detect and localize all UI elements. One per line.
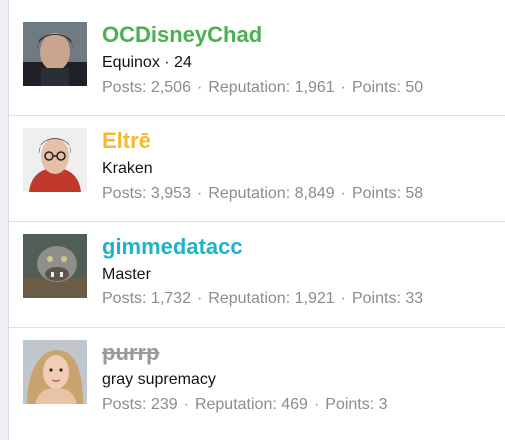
- member-name[interactable]: Eltrē: [102, 128, 151, 154]
- points-value: 33: [405, 290, 424, 307]
- member-stats: Posts: 239 · Reputation: 469 · Points: 3: [102, 395, 388, 415]
- stat-separator: ·: [196, 185, 203, 202]
- posts-value: 1,732: [150, 290, 191, 307]
- member-stats: Posts: 1,732 · Reputation: 1,921 · Points: 3…: [102, 289, 423, 309]
- member-stats: Posts: 3,953 · Reputation: 8,849 · Points: 5…: [102, 184, 423, 204]
- member-row: OCDisneyChad Equinox · 24 Posts: 2,506 · R…: [9, 0, 505, 115]
- member-row: gimmedatacc Master Posts: 1,732 · Reputati…: [9, 222, 505, 327]
- reputation-label: Reputation:: [208, 290, 291, 307]
- posts-label: Posts:: [102, 185, 147, 202]
- stat-separator: ·: [340, 290, 346, 307]
- member-title: Kraken: [102, 160, 153, 177]
- reputation-value: 8,849: [294, 185, 335, 202]
- stat-separator: ·: [340, 79, 346, 96]
- posts-label: Posts:: [102, 79, 147, 96]
- points-label: Points:: [351, 79, 401, 96]
- member-stats: Posts: 2,506 · Reputation: 1,961 · Points: 5…: [102, 78, 423, 98]
- posts-value: 239: [150, 396, 178, 413]
- stat-separator: ·: [196, 79, 203, 96]
- member-title: Equinox · 24: [102, 54, 192, 71]
- member-name[interactable]: purrp: [102, 340, 159, 366]
- stat-separator: ·: [196, 290, 203, 307]
- posts-label: Posts:: [102, 290, 147, 307]
- reputation-value: 1,921: [294, 290, 335, 307]
- points-value: 3: [378, 396, 388, 413]
- user-avatar-icon[interactable]: [23, 340, 87, 404]
- posts-label: Posts:: [102, 396, 147, 413]
- reputation-label: Reputation:: [194, 396, 277, 413]
- stat-separator: ·: [340, 185, 346, 202]
- points-value: 58: [405, 185, 424, 202]
- reputation-label: Reputation:: [208, 185, 291, 202]
- points-label: Points:: [325, 396, 375, 413]
- user-avatar-icon[interactable]: [23, 22, 87, 86]
- stat-separator: ·: [183, 396, 189, 413]
- points-value: 50: [405, 79, 424, 96]
- posts-value: 3,953: [150, 185, 191, 202]
- reputation-label: Reputation:: [208, 79, 291, 96]
- member-name[interactable]: gimmedatacc: [102, 234, 243, 260]
- member-list: OCDisneyChad Equinox · 24 Posts: 2,506 · R…: [8, 0, 505, 440]
- user-avatar-icon[interactable]: [23, 234, 87, 298]
- reputation-value: 1,961: [294, 79, 335, 96]
- member-name[interactable]: OCDisneyChad: [102, 22, 262, 48]
- stat-separator: ·: [313, 396, 320, 413]
- member-title: gray supremacy: [102, 371, 216, 388]
- member-title: Master: [102, 266, 151, 283]
- posts-value: 2,506: [150, 79, 191, 96]
- user-avatar-icon[interactable]: [23, 128, 87, 192]
- member-row: Eltrē Kraken Posts: 3,953 · Reputation: 8,…: [9, 116, 505, 221]
- points-label: Points:: [351, 290, 401, 307]
- reputation-value: 469: [281, 396, 308, 413]
- member-row: purrp gray supremacy Posts: 239 · Reputati…: [9, 328, 505, 432]
- points-label: Points:: [351, 185, 401, 202]
